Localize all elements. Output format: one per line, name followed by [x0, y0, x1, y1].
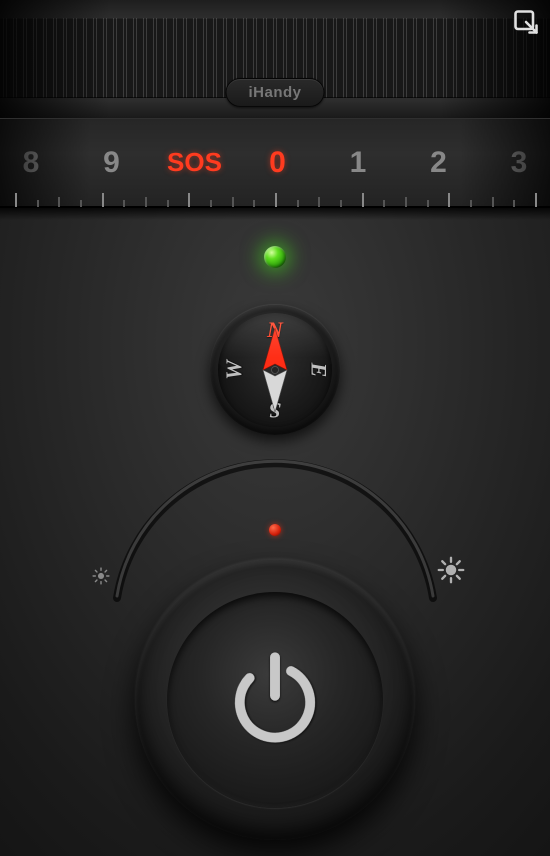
mode-wheel[interactable]: iHandy [0, 0, 550, 118]
scale-item: 0 [252, 146, 302, 180]
compass-button[interactable]: N E S W [210, 305, 340, 435]
scale-item: 8 [6, 146, 56, 180]
scale-item: 2 [413, 146, 463, 180]
scale-item: 9 [87, 146, 137, 180]
brand-badge: iHandy [225, 78, 324, 107]
scale-ticks [0, 189, 550, 207]
mode-scale[interactable]: 8 9 SOS 0 1 2 3 [0, 118, 550, 208]
power-button-face [167, 592, 383, 808]
compass-east: E [306, 363, 332, 378]
scale-item-sos: SOS [167, 147, 222, 178]
power-dial-area [95, 520, 455, 856]
scale-item: 1 [333, 146, 383, 180]
brightness-low-icon [91, 566, 112, 587]
status-led [264, 246, 286, 268]
brightness-high-icon [437, 556, 465, 584]
expand-icon[interactable] [512, 8, 540, 36]
flashlight-app: iHandy 8 9 SOS 0 1 2 3 N E S W [0, 0, 550, 856]
power-button[interactable] [135, 560, 415, 840]
divider [0, 208, 550, 220]
brightness-indicator[interactable] [269, 524, 281, 536]
compass-face: N E S W [218, 313, 332, 427]
compass-west: W [221, 360, 247, 380]
power-icon [220, 643, 330, 758]
scale-item: 3 [494, 146, 544, 180]
